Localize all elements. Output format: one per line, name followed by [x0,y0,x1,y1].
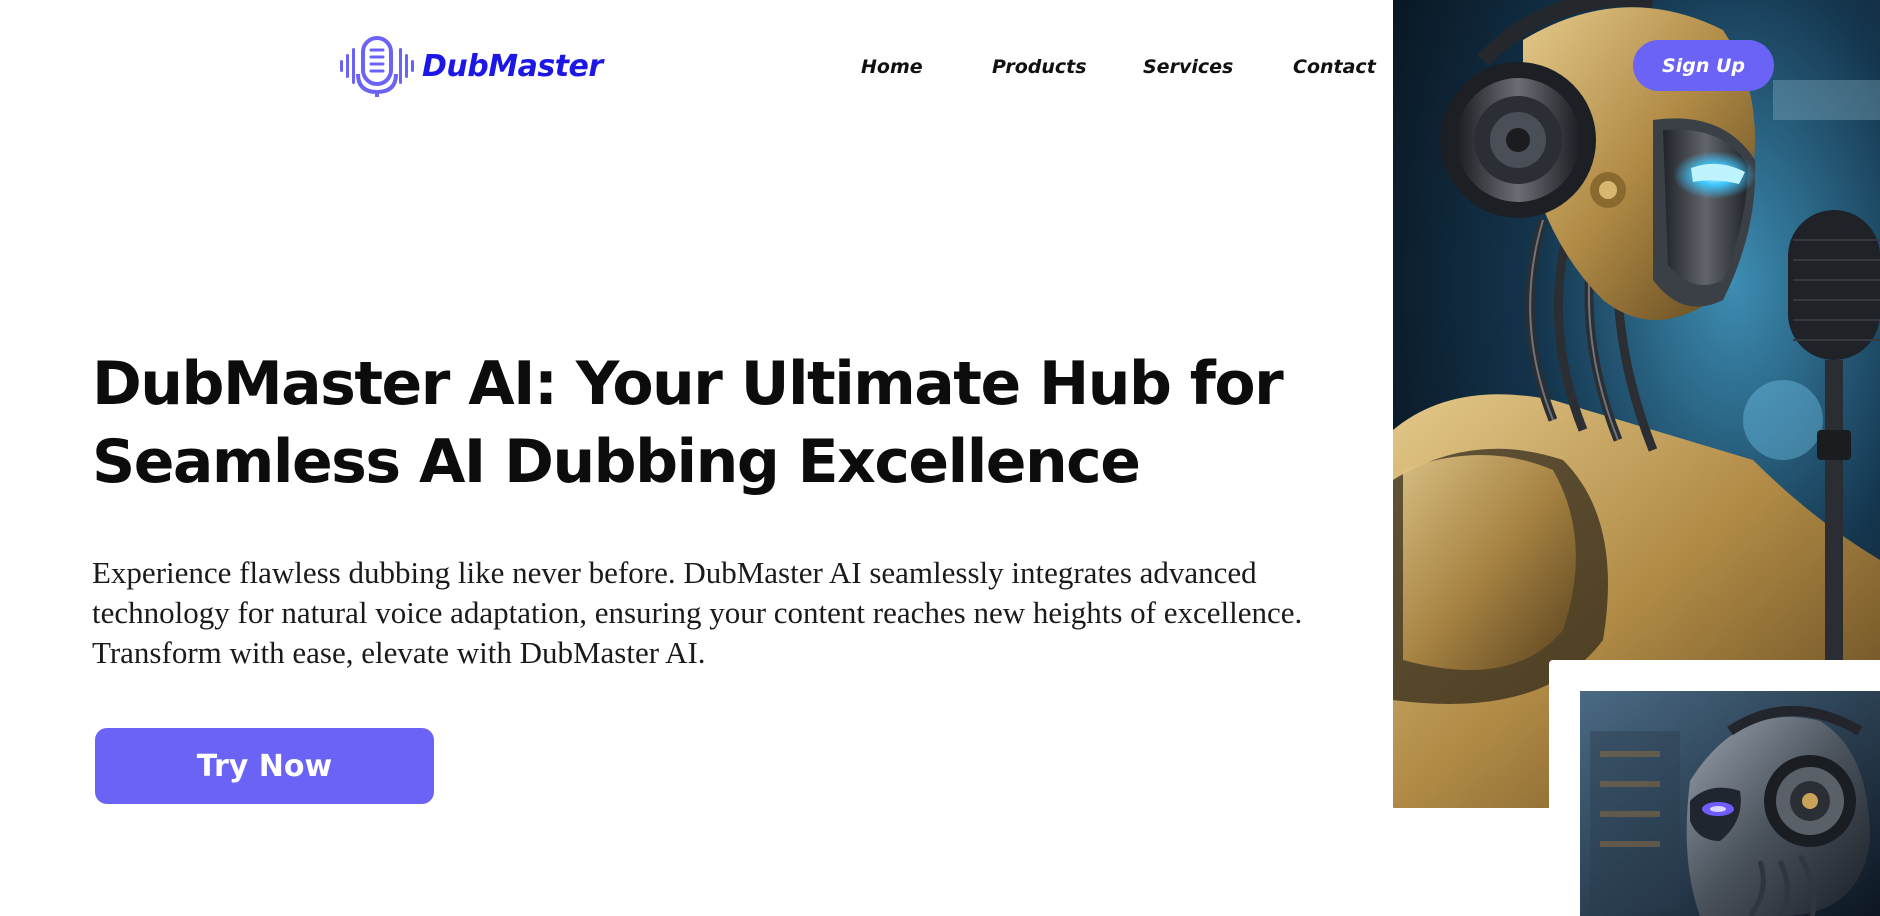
secondary-robot-image [1580,691,1880,916]
nav-link-services[interactable]: Services [1143,52,1233,82]
brand-logo[interactable]: DubMaster [338,34,603,98]
nav-link-products[interactable]: Products [992,52,1087,82]
sign-up-button[interactable]: Sign Up [1633,40,1774,91]
hero-description: Experience flawless dubbing like never b… [92,555,1303,670]
hero-title: DubMaster AI: Your Ultimate Hub for Seam… [92,349,1284,497]
nav-link-contact[interactable]: Contact [1293,52,1376,82]
microphone-waveform-icon [338,34,416,98]
brand-name: DubMaster [422,48,603,84]
nav-link-home[interactable]: Home [861,52,923,82]
try-now-button[interactable]: Try Now [95,728,434,804]
